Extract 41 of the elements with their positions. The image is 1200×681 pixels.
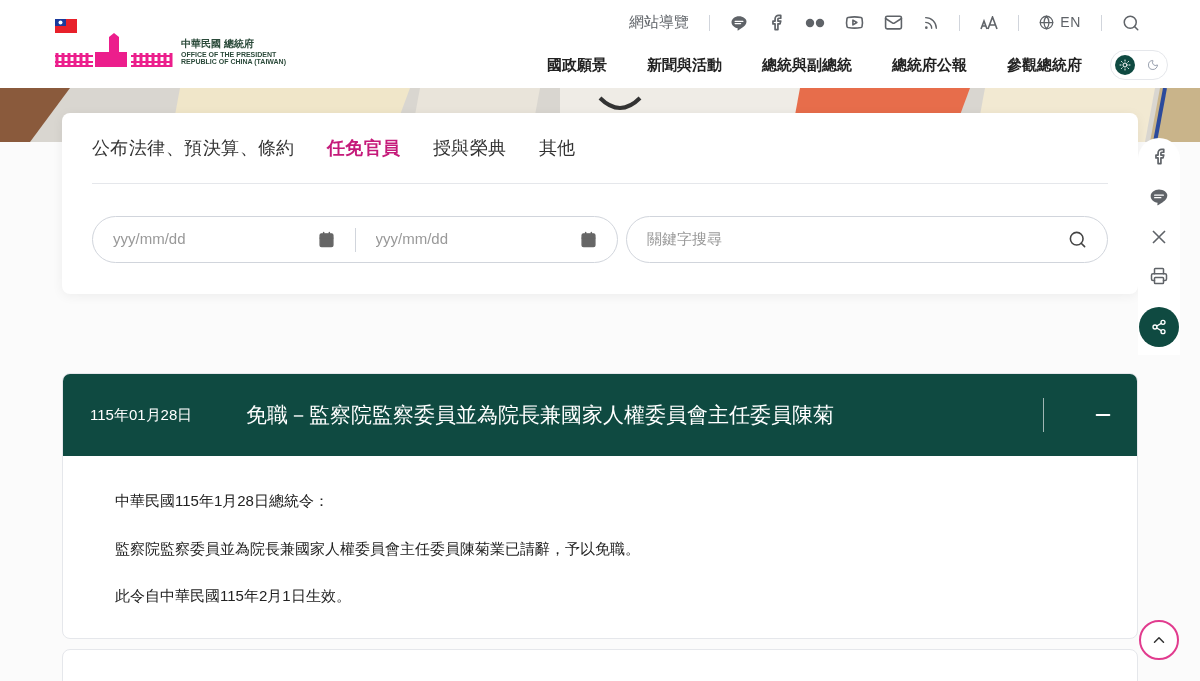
entry-paragraph: 此令自中華民國115年2月1日生效。 (115, 586, 352, 606)
entry-date: 115年01月28日 (90, 404, 194, 425)
sun-icon (1119, 59, 1131, 71)
nav-link[interactable]: 國政願景 (547, 53, 607, 77)
text-size-icon[interactable] (980, 15, 999, 30)
rss-icon[interactable] (923, 14, 940, 31)
share-icon (1151, 319, 1167, 335)
start-date-field[interactable]: yyy/mm/dd (113, 228, 263, 251)
sitemap-link[interactable]: 網站導覽 (629, 11, 690, 34)
logo-building-icon[interactable] (55, 19, 173, 67)
share-button[interactable] (1139, 307, 1179, 347)
entry-paragraph: 中華民國115年1月28日總統令： (115, 491, 330, 511)
search-icon[interactable] (1122, 13, 1140, 32)
mail-icon[interactable] (884, 13, 904, 32)
globe-icon (1039, 15, 1055, 30)
entry-header[interactable]: 115年01月28日 免職－監察院監察委員並為院長兼國家人權委員會主任委員陳菊 (63, 374, 1137, 456)
chat-bubble-icon[interactable] (730, 13, 749, 32)
entry-paragraph: 監察院監察委員並為院長兼國家人權委員會主任委員陳菊業已請辭，予以免職。 (115, 538, 641, 559)
x-icon[interactable] (1151, 229, 1167, 245)
video-icon[interactable] (845, 13, 865, 32)
nav-link[interactable]: 總統府公報 (892, 53, 967, 77)
calendar-icon[interactable] (580, 231, 597, 248)
chat-bubble-icon[interactable] (1149, 187, 1169, 207)
category-tab[interactable]: 公布法律、預決算、條約 (92, 134, 295, 162)
category-tab[interactable]: 授與榮典 (432, 134, 507, 162)
entry-title: 免職－監察院監察委員並為院長兼國家人權委員會主任委員陳菊 (246, 402, 835, 429)
end-date-field[interactable]: yyy/mm/dd (375, 228, 526, 251)
category-tab[interactable]: 其他 (538, 134, 576, 162)
logo-name: 中華民國 總統府 (181, 39, 255, 49)
calendar-icon[interactable] (317, 231, 335, 248)
search-icon[interactable] (1068, 230, 1087, 249)
moon-icon (1147, 59, 1159, 71)
two-dots-icon[interactable] (805, 17, 826, 28)
back-to-top-button[interactable] (1139, 620, 1179, 660)
nav-link[interactable]: 總統與副總統 (762, 53, 852, 77)
category-tab[interactable]: 任免官員 (326, 134, 401, 162)
printer-icon[interactable] (1150, 267, 1168, 285)
language-button[interactable]: EN (1039, 12, 1081, 33)
keyword-search-field[interactable]: 關鍵字搜尋 (647, 228, 947, 251)
nav-link[interactable]: 參觀總統府 (1007, 53, 1082, 77)
nav-link[interactable]: 新聞與活動 (647, 53, 722, 77)
